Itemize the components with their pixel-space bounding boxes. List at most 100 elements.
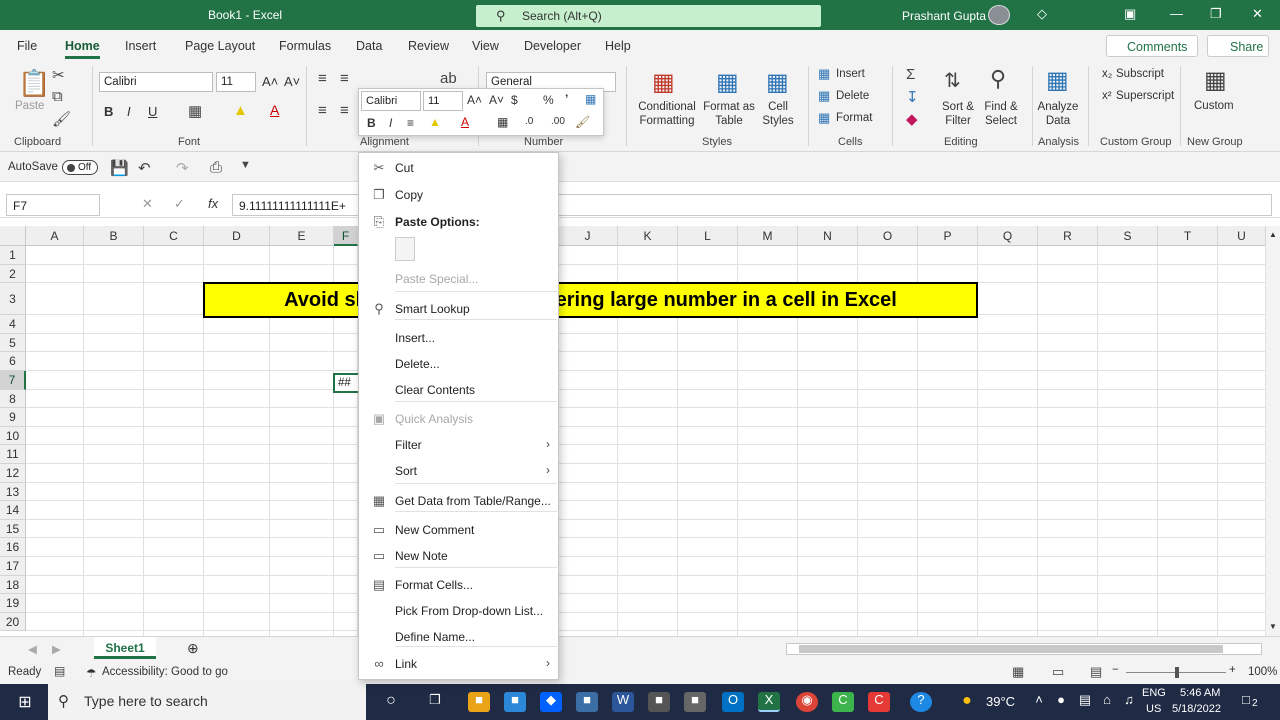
macro-icon[interactable]: ▤ bbox=[54, 664, 65, 678]
comments-button[interactable]: Comments bbox=[1106, 35, 1198, 57]
format-painter-icon[interactable]: 🖌 bbox=[52, 110, 71, 128]
cut-icon[interactable]: ✂ bbox=[52, 66, 65, 84]
share-button[interactable]: Share bbox=[1207, 35, 1269, 57]
prev-sheet-icon[interactable]: ◀ bbox=[28, 642, 37, 656]
sort-filter-button[interactable]: Sort & Filter bbox=[934, 100, 982, 128]
notification-icon[interactable]: □ bbox=[1242, 692, 1250, 707]
print-icon[interactable]: ⎙ bbox=[210, 159, 222, 176]
zoom-level[interactable]: 100% bbox=[1248, 666, 1277, 678]
align-top-icon[interactable]: ≡ bbox=[318, 70, 327, 87]
format-as-table-icon[interactable]: ▦ bbox=[716, 68, 739, 97]
page-layout-view-icon[interactable]: ▭ bbox=[1052, 664, 1064, 680]
column-header-k[interactable]: K bbox=[618, 226, 678, 246]
menu-item-delete[interactable]: Delete... bbox=[359, 353, 558, 375]
clock-date[interactable]: 5/18/2022 bbox=[1172, 703, 1221, 715]
font-color-icon[interactable]: A bbox=[270, 102, 279, 118]
horizontal-scrollbar[interactable] bbox=[786, 643, 1262, 655]
tab-formulas[interactable]: Formulas bbox=[279, 39, 331, 53]
column-header-l[interactable]: L bbox=[678, 226, 738, 246]
percent-icon[interactable]: % bbox=[543, 93, 554, 107]
cortana-icon[interactable]: ○ bbox=[380, 692, 402, 712]
menu-item-cut[interactable]: ✂ Cut bbox=[359, 157, 558, 179]
outlook-icon[interactable]: O bbox=[722, 692, 744, 712]
comma-icon[interactable]: ’ bbox=[565, 92, 568, 106]
help-icon[interactable]: ? bbox=[910, 692, 932, 712]
scroll-down-icon[interactable]: ▼ bbox=[1269, 622, 1277, 631]
menu-item-filter[interactable]: Filter › bbox=[359, 434, 558, 456]
analyze-data-icon[interactable]: ▦ bbox=[1046, 66, 1069, 95]
tab-file[interactable]: File bbox=[17, 39, 37, 53]
column-header-r[interactable]: R bbox=[1038, 226, 1098, 246]
row-header-6[interactable]: 6 bbox=[0, 352, 26, 371]
mini-size-dropdown[interactable]: 11 bbox=[423, 91, 463, 111]
normal-view-icon[interactable]: ▦ bbox=[1012, 664, 1024, 680]
row-header-3[interactable]: 3 bbox=[0, 283, 26, 316]
worksheet-grid[interactable]: ABCDEFGHIJKLMNOPQRSTU 123456789101112131… bbox=[0, 226, 1266, 636]
column-header-o[interactable]: O bbox=[858, 226, 918, 246]
conditional-formatting-button[interactable]: Conditional Formatting bbox=[636, 100, 698, 128]
row-header-8[interactable]: 8 bbox=[0, 389, 26, 409]
border-icon[interactable]: ▦ bbox=[188, 102, 202, 120]
page-break-view-icon[interactable]: ▤ bbox=[1090, 664, 1102, 680]
row-header-7[interactable]: 7 bbox=[0, 371, 26, 390]
font-size-dropdown[interactable]: 11 bbox=[216, 72, 256, 92]
add-sheet-icon[interactable]: ⊕ bbox=[187, 640, 199, 657]
insert-cells-button[interactable]: Insert bbox=[836, 68, 865, 80]
clear-icon[interactable]: ◆ bbox=[906, 110, 918, 128]
column-header-n[interactable]: N bbox=[798, 226, 858, 246]
accessibility-status[interactable]: Accessibility: Good to go bbox=[102, 666, 228, 678]
mini-font-dropdown[interactable]: Calibri bbox=[361, 91, 421, 111]
calculator-icon[interactable]: ▦ bbox=[1204, 66, 1227, 95]
taskbar-search[interactable]: ⚲ Type here to search bbox=[48, 684, 366, 720]
menu-item-copy[interactable]: ❐ Copy bbox=[359, 184, 558, 206]
insert-function-icon[interactable]: fx bbox=[208, 196, 218, 211]
app-icon[interactable]: ■ bbox=[684, 692, 706, 712]
user-name[interactable]: Prashant Gupta bbox=[902, 9, 986, 23]
zoom-in-icon[interactable]: + bbox=[1229, 664, 1236, 676]
column-header-d[interactable]: D bbox=[204, 226, 270, 246]
row-header-1[interactable]: 1 bbox=[0, 246, 26, 265]
redo-icon[interactable]: ↷ bbox=[176, 159, 189, 177]
format-painter-icon[interactable]: 🖌 bbox=[575, 115, 590, 129]
sheet-tab-sheet1[interactable]: Sheet1 bbox=[94, 637, 156, 659]
tab-review[interactable]: Review bbox=[408, 39, 449, 53]
title-banner-cell[interactable]: Avoid showing ### while entering large n… bbox=[203, 282, 978, 318]
keyboard-label[interactable]: US bbox=[1146, 703, 1161, 715]
menu-item-new-note[interactable]: ▭ New Note bbox=[359, 545, 558, 567]
align-middle-icon[interactable]: ≡ bbox=[340, 70, 349, 87]
row-header-15[interactable]: 15 bbox=[0, 519, 26, 539]
task-view-icon[interactable]: ❐ bbox=[424, 692, 446, 712]
weather-temp[interactable]: 39°C bbox=[986, 694, 1015, 709]
app-icon[interactable]: ■ bbox=[648, 692, 670, 712]
row-header-9[interactable]: 9 bbox=[0, 408, 26, 427]
menu-item-define-name[interactable]: Define Name... bbox=[359, 626, 558, 648]
row-header-11[interactable]: 11 bbox=[0, 445, 26, 464]
column-header-u[interactable]: U bbox=[1218, 226, 1266, 246]
menu-item-link[interactable]: ∞ Link › bbox=[359, 653, 558, 675]
zoom-out-icon[interactable]: − bbox=[1112, 664, 1119, 676]
store-icon[interactable]: ■ bbox=[504, 692, 526, 712]
decrease-font-icon[interactable]: A˅ bbox=[489, 93, 504, 107]
row-header-12[interactable]: 12 bbox=[0, 464, 26, 483]
language-label[interactable]: ENG bbox=[1142, 687, 1166, 699]
chrome-icon[interactable]: ◉ bbox=[796, 692, 818, 712]
column-header-p[interactable]: P bbox=[918, 226, 978, 246]
italic-icon[interactable]: I bbox=[127, 104, 131, 119]
column-header-a[interactable]: A bbox=[26, 226, 84, 246]
conditional-formatting-icon[interactable]: ▦ bbox=[652, 68, 675, 97]
align-center-icon[interactable]: ≡ bbox=[407, 116, 414, 130]
column-header-j[interactable]: J bbox=[558, 226, 618, 246]
row-header-13[interactable]: 13 bbox=[0, 482, 26, 502]
row-header-19[interactable]: 19 bbox=[0, 594, 26, 613]
menu-item-get-data-from-table-range[interactable]: ▦ Get Data from Table/Range... bbox=[359, 490, 558, 512]
find-select-icon[interactable]: ⚲ bbox=[990, 66, 1006, 92]
row-header-18[interactable]: 18 bbox=[0, 575, 26, 595]
menu-item-smart-lookup[interactable]: ⚲ Smart Lookup bbox=[359, 298, 558, 320]
row-header-10[interactable]: 10 bbox=[0, 426, 26, 446]
menu-item-clear-contents[interactable]: Clear Contents bbox=[359, 379, 558, 401]
row-header-20[interactable]: 20 bbox=[0, 612, 26, 632]
file-explorer-icon[interactable]: ■ bbox=[468, 692, 490, 712]
column-header-c[interactable]: C bbox=[144, 226, 204, 246]
superscript-button[interactable]: Superscript bbox=[1116, 90, 1174, 102]
bold-icon[interactable]: B bbox=[367, 116, 376, 130]
